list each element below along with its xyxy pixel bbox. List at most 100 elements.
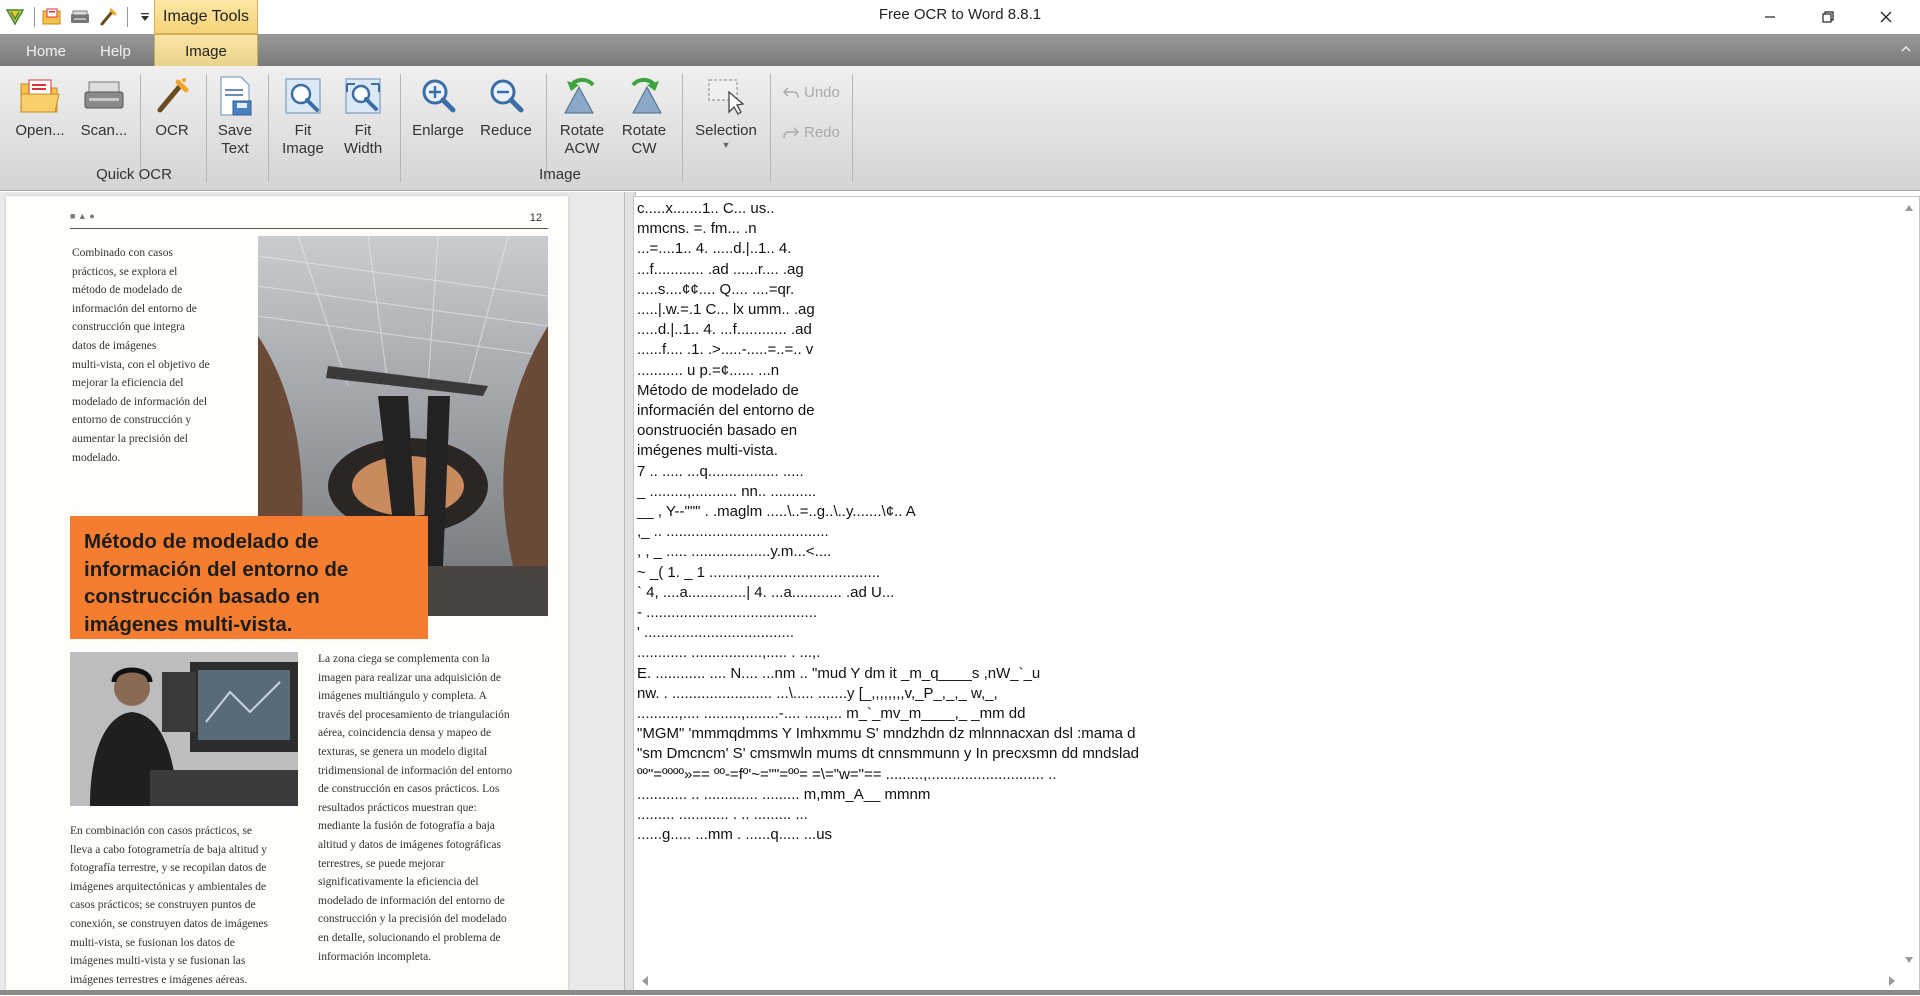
open-button-label: Open...: [15, 122, 65, 139]
fit-width-label-line2: Width: [343, 140, 383, 157]
rotate-cw-label-line2: CW: [631, 140, 657, 157]
window-title: Free OCR to Word 8.8.1: [878, 6, 1042, 23]
context-tab-image-tools: Image Tools: [154, 0, 258, 34]
ocr-line: ...f............ .ad ......r.... .ag: [637, 260, 804, 278]
qat-open-icon[interactable]: [39, 4, 65, 30]
page-number: 12: [529, 212, 542, 224]
document-intro-text: Combinado con casos prácticos, se explora…: [72, 247, 210, 464]
fit-width-label-line1: Fit: [354, 122, 372, 139]
selection-button-label: Selection: [695, 122, 757, 139]
qat-ocr-icon[interactable]: [95, 4, 121, 30]
zoom-out-icon: [484, 74, 528, 118]
ocr-line: ,_ .. ..................................…: [637, 523, 829, 541]
ocr-button[interactable]: OCR: [146, 74, 198, 140]
ribbon-panel: Open... Scan... OCR Save Text Fit Image …: [0, 66, 1920, 191]
rotate-acw-button[interactable]: Rotate ACW: [554, 74, 610, 158]
ocr-line: _ .........,........... nn.. ...........: [637, 482, 817, 500]
undo-button-label: Undo: [804, 84, 840, 101]
ocr-line: ......f.... .1. .>.....-.....=..=.. v: [637, 341, 814, 359]
qat-separator: [127, 7, 128, 27]
enlarge-button-label: Enlarge: [412, 122, 464, 139]
zoom-in-icon: [416, 74, 460, 118]
ocr-line: .....s....¢¢.... Q.... ....=qr.: [637, 280, 795, 298]
qat-separator: [34, 7, 35, 27]
document-body-text-left: En combinación con casos prácticos, se ll…: [70, 825, 268, 986]
redo-button[interactable]: Redo: [782, 124, 840, 141]
ocr-line: ºº"=ºººº»== ºº-=fº'~=""=ºº= =\="w="== ..…: [637, 765, 1057, 783]
ocr-line: 7 .. ..... ...q................. .....: [637, 462, 804, 480]
save-document-icon: [213, 74, 257, 118]
ocr-line: ` 4, ....a..............| 4. ...a.......…: [637, 583, 895, 601]
fit-width-button[interactable]: Fit Width: [338, 74, 388, 158]
scroll-down-icon: [1905, 957, 1913, 963]
ocr-line: , , _ ..... ...................y.m...<..…: [637, 543, 832, 561]
page-header-marks-icon: ■ ▲ ●: [70, 211, 95, 221]
save-text-button[interactable]: Save Text: [210, 74, 260, 158]
fit-image-icon: [281, 74, 325, 118]
scanner-icon: [82, 74, 126, 118]
scroll-left-icon: [642, 976, 648, 986]
image-preview-pane[interactable]: ■ ▲ ● 12 Combinado con casos prácticos, s…: [0, 192, 630, 996]
close-icon: [1880, 11, 1892, 23]
ocr-line: ~ _( 1. _ 1 .........,..................…: [637, 563, 880, 581]
ocr-line: mmcns. =. fm... .n: [637, 220, 757, 238]
rotate-cw-button[interactable]: Rotate CW: [616, 74, 672, 158]
ocr-line: ......g..... ...mm . ......q..... ...us: [637, 826, 833, 844]
ocr-line: "MGM" 'mmmqdmms Y Imhxmmu S' mndzhdn dz …: [637, 725, 1136, 743]
ocr-line: ............ .. ............. ......... …: [637, 785, 931, 803]
scroll-right-icon: [1889, 976, 1895, 986]
redo-button-label: Redo: [804, 124, 840, 141]
ocr-result-textarea[interactable]: c.....x.......1.. C... us.. mmcns. =. fm.…: [633, 196, 1920, 993]
close-button[interactable]: [1858, 0, 1914, 34]
article-heading-banner: Método de modelado de información del ent…: [70, 516, 428, 639]
restore-button[interactable]: [1800, 0, 1856, 34]
minimize-icon: [1765, 16, 1775, 18]
ocr-line: imégenes multi-vista.: [637, 442, 778, 460]
group-label-image: Image: [539, 166, 581, 183]
ocr-line: "sm Dmcncm' S' cmsmwln mums dt cnnsmmunn…: [637, 745, 1140, 763]
qat-scan-icon[interactable]: [67, 4, 93, 30]
scan-button[interactable]: Scan...: [76, 74, 132, 140]
ocr-line: ............ .................,..... . .…: [637, 644, 821, 662]
page-header: ■ ▲ ● 12: [70, 210, 548, 229]
ocr-line: c.....x.......1.. C... us..: [637, 200, 775, 217]
selection-dropdown-button[interactable]: Selection ▼: [690, 74, 762, 150]
redo-icon: [783, 126, 800, 138]
ocr-line: ' ....................................: [637, 624, 795, 642]
save-text-label-line1: Save: [217, 122, 253, 139]
reduce-button[interactable]: Reduce: [476, 74, 536, 140]
open-button[interactable]: Open...: [12, 74, 68, 140]
reduce-button-label: Reduce: [480, 122, 532, 139]
tab-home[interactable]: Home: [26, 34, 72, 66]
enlarge-button[interactable]: Enlarge: [408, 74, 468, 140]
ocr-line: ......... ............ . .. ......... ..…: [637, 806, 808, 824]
ocr-line: nw. . ........................ ...\.....…: [637, 684, 998, 702]
minimize-button[interactable]: [1742, 0, 1798, 34]
rotate-acw-label-line2: ACW: [564, 140, 600, 157]
document-body-text-right: La zona ciega se complementa con la image…: [318, 653, 513, 963]
undo-button[interactable]: Undo: [782, 84, 840, 101]
scan-button-label: Scan...: [80, 122, 128, 139]
ocr-line: .....d.|..1.. 4. ...f............ .ad: [637, 321, 812, 339]
ocr-line: Método de modelado de: [637, 381, 799, 399]
collapse-ribbon-icon[interactable]: [1900, 42, 1912, 60]
scroll-up-icon: [1905, 205, 1913, 211]
ocr-line: oonstruocién basado en: [637, 422, 798, 440]
undo-icon: [782, 86, 799, 98]
quick-access-toolbar: [0, 0, 160, 34]
ocr-line: ..........,.... .........,........-.... …: [637, 705, 1026, 723]
fit-width-icon: [341, 74, 385, 118]
tab-help[interactable]: Help: [100, 34, 140, 66]
horizontal-scrollbar[interactable]: [636, 972, 1901, 990]
ocr-line: ........... u p.=¢...... ...n: [637, 361, 780, 379]
vertical-scrollbar[interactable]: [1901, 199, 1917, 969]
ocr-line: - ......................................…: [637, 604, 818, 622]
ocr-line: informacién del entorno de: [637, 402, 815, 420]
title-bar: Image Tools Free OCR to Word 8.8.1: [0, 0, 1920, 34]
app-logo-icon[interactable]: [2, 4, 28, 30]
fit-image-button[interactable]: Fit Image: [278, 74, 328, 158]
rotate-clockwise-icon: [622, 74, 666, 118]
ocr-line: __ , Y--""" . .maglm .....\..=..g..\..y.…: [637, 503, 916, 521]
fit-image-label-line2: Image: [282, 140, 324, 157]
tab-image[interactable]: Image: [154, 34, 258, 66]
